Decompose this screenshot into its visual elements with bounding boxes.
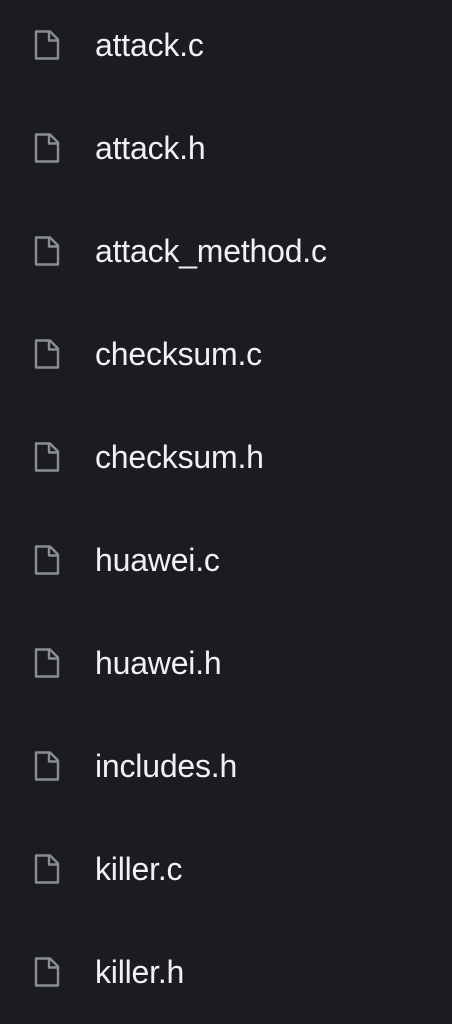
file-icon [33, 853, 61, 885]
file-row-huawei-h[interactable]: huawei.h [0, 611, 452, 714]
file-name: attack_method.c [95, 232, 327, 269]
file-name: attack.c [95, 26, 204, 63]
file-row-killer-h[interactable]: killer.h [0, 920, 452, 1023]
file-row-killer-c[interactable]: killer.c [0, 817, 452, 920]
file-row-includes-h[interactable]: includes.h [0, 714, 452, 817]
file-name: huawei.c [95, 541, 220, 578]
file-icon [33, 647, 61, 679]
file-name: checksum.c [95, 335, 262, 372]
file-icon [33, 132, 61, 164]
file-row-attack-h[interactable]: attack.h [0, 96, 452, 199]
file-icon [33, 29, 61, 61]
file-name: checksum.h [95, 438, 264, 475]
file-list: attack.c attack.h attack_method.c checks… [0, 0, 452, 1024]
file-icon [33, 956, 61, 988]
file-row-attack-method-c[interactable]: attack_method.c [0, 199, 452, 302]
file-icon [33, 544, 61, 576]
file-name: attack.h [95, 129, 206, 166]
file-row-huawei-c[interactable]: huawei.c [0, 508, 452, 611]
file-name: killer.h [95, 953, 185, 990]
file-icon [33, 441, 61, 473]
file-row-checksum-h[interactable]: checksum.h [0, 405, 452, 508]
file-name: killer.c [95, 850, 183, 887]
file-name: includes.h [95, 747, 238, 784]
file-icon [33, 750, 61, 782]
file-row-checksum-c[interactable]: checksum.c [0, 302, 452, 405]
file-icon [33, 235, 61, 267]
file-icon [33, 338, 61, 370]
file-name: huawei.h [95, 644, 222, 681]
file-row-attack-c[interactable]: attack.c [0, 0, 452, 96]
